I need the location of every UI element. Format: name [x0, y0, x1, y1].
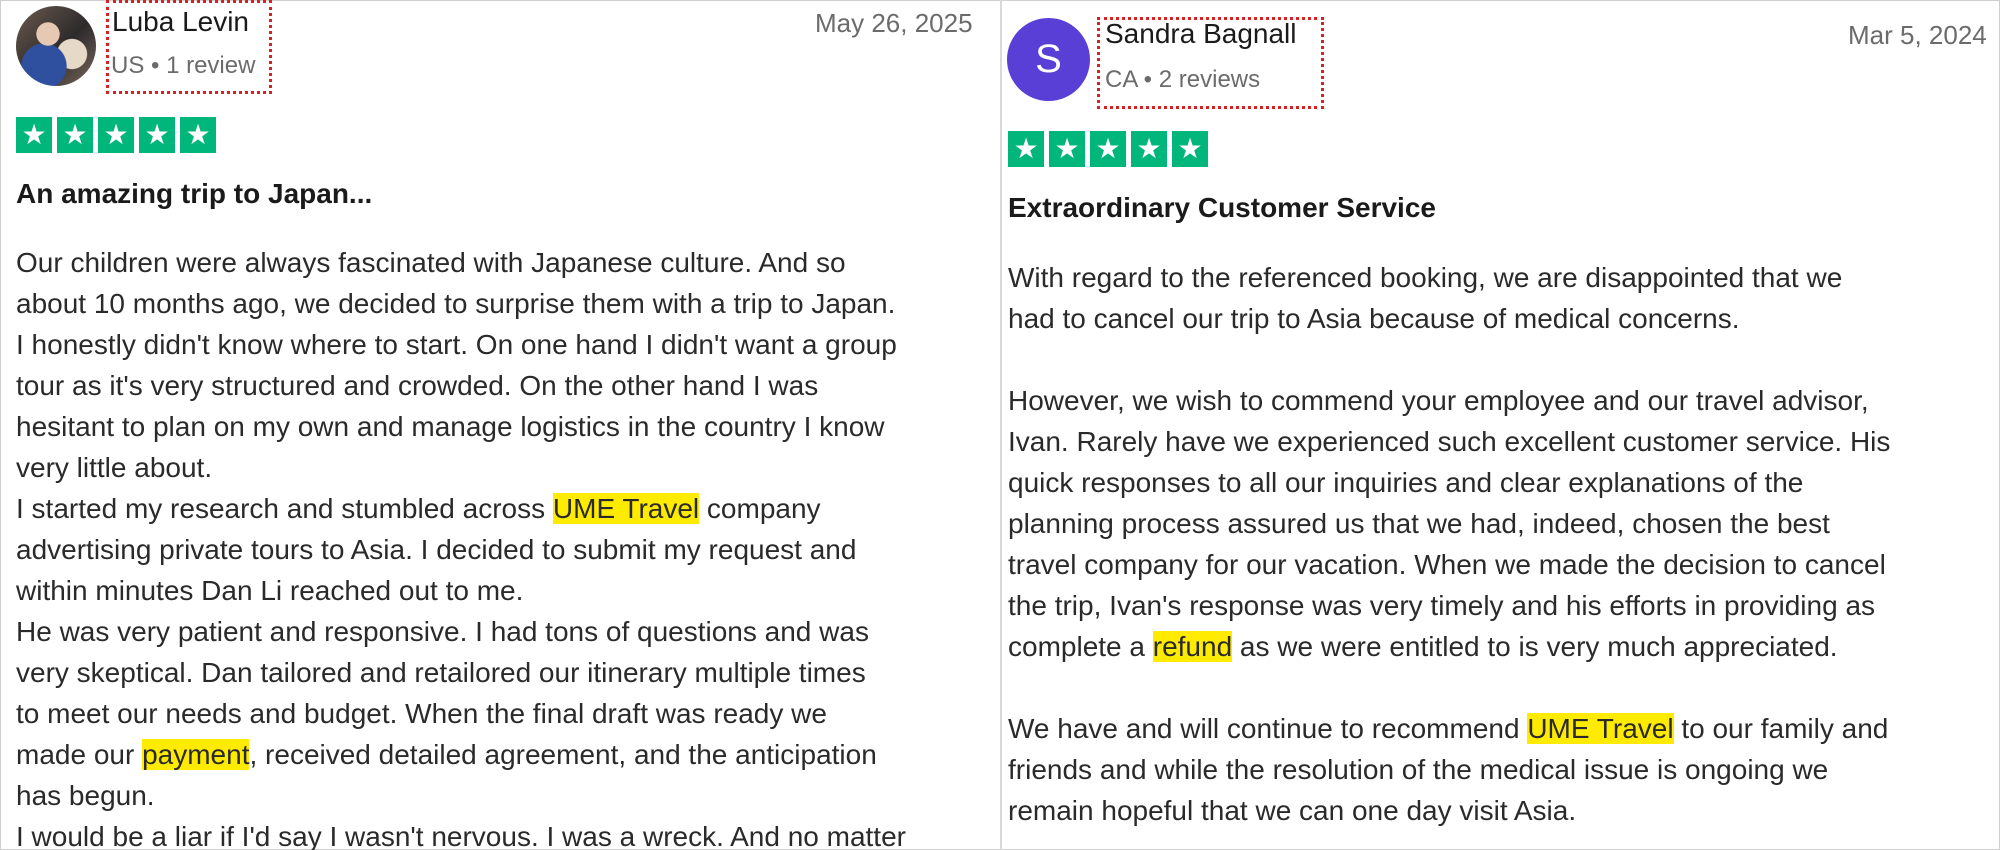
review-line: He was very patient and responsive. I ha…	[16, 611, 906, 652]
review-line: about 10 months ago, we decided to surpr…	[16, 283, 906, 324]
review-title[interactable]: An amazing trip to Japan...	[16, 178, 372, 210]
review-line: With regard to the referenced booking, w…	[1008, 257, 1890, 298]
review-line: has begun.	[16, 775, 906, 816]
review-date: May 26, 2025	[815, 8, 973, 38]
review-line: planning process assured us that we had,…	[1008, 503, 1890, 544]
review-text: as we were entitled to is very much appr…	[1232, 631, 1838, 662]
review-line: very little about.	[16, 447, 906, 488]
review-line: to meet our needs and budget. When the f…	[16, 693, 906, 734]
review-line: Ivan. Rarely have we experienced such ex…	[1008, 421, 1890, 462]
review-line: I started my research and stumbled acros…	[16, 488, 906, 529]
reviewer-meta: CA • 2 reviews	[1105, 66, 1261, 93]
highlighted-keyword: UME Travel	[1527, 713, 1674, 744]
star-icon: ★	[57, 117, 93, 153]
review-text: I started my research and stumbled acros…	[16, 493, 553, 524]
reviewer-name[interactable]: Luba Levin	[112, 6, 249, 38]
star-icon: ★	[1172, 131, 1208, 167]
review-text: , received detailed agreement, and the a…	[249, 739, 877, 770]
review-line: However, we wish to commend your employe…	[1008, 380, 1890, 421]
review-text: Ivan. Rarely have we experienced such ex…	[1008, 426, 1891, 457]
review-line: I honestly didn't know where to start. O…	[16, 324, 906, 365]
star-icon: ★	[16, 117, 52, 153]
review-line: had to cancel our trip to Asia because o…	[1008, 298, 1890, 339]
review-text: within minutes Dan Li reached out to me.	[16, 575, 524, 606]
review-line: advertising private tours to Asia. I dec…	[16, 529, 906, 570]
review-text: had to cancel our trip to Asia because o…	[1008, 303, 1740, 334]
review-text: I honestly didn't know where to start. O…	[16, 329, 897, 360]
review-text: travel company for our vacation. When we…	[1008, 549, 1886, 580]
star-icon: ★	[1049, 131, 1085, 167]
review-line: travel company for our vacation. When we…	[1008, 544, 1890, 585]
review-line: the trip, Ivan's response was very timel…	[1008, 585, 1890, 626]
highlighted-keyword: UME Travel	[552, 493, 700, 524]
star-icon: ★	[1008, 131, 1044, 167]
review-text: very little about.	[16, 452, 213, 483]
review-text: about 10 months ago, we decided to surpr…	[16, 288, 896, 319]
star-icon: ★	[139, 117, 175, 153]
reviewer-meta: US • 1 review	[111, 52, 256, 79]
highlighted-keyword: refund	[1152, 631, 1233, 662]
star-icon: ★	[1131, 131, 1167, 167]
review-text: remain hopeful that we can one day visit…	[1008, 795, 1577, 826]
review-line: We have and will continue to recommend U…	[1008, 708, 1890, 749]
review-text: the trip, Ivan's response was very timel…	[1008, 590, 1876, 621]
review-line: Our children were always fascinated with…	[16, 242, 906, 283]
review-line: I would be a liar if I'd say I wasn't ne…	[16, 816, 906, 850]
review-body: Our children were always fascinated with…	[16, 242, 906, 850]
star-rating: ★ ★ ★ ★ ★	[16, 117, 216, 153]
review-line: remain hopeful that we can one day visit…	[1008, 790, 1890, 831]
reviewer-name[interactable]: Sandra Bagnall	[1105, 18, 1296, 50]
review-text: company	[699, 493, 821, 524]
star-icon: ★	[1090, 131, 1126, 167]
star-rating: ★ ★ ★ ★ ★	[1008, 131, 1208, 167]
review-line: very skeptical. Dan tailored and retailo…	[16, 652, 906, 693]
review-line: made our payment, received detailed agre…	[16, 734, 906, 775]
review-line: quick responses to all our inquiries and…	[1008, 462, 1890, 503]
review-date: Mar 5, 2024	[1848, 20, 1987, 50]
review-text: planning process assured us that we had,…	[1008, 508, 1830, 539]
review-line: tour as it's very structured and crowded…	[16, 365, 906, 406]
review-text: to meet our needs and budget. When the f…	[16, 698, 827, 729]
review-text: Our children were always fascinated with…	[16, 247, 846, 278]
review-text: tour as it's very structured and crowded…	[16, 370, 819, 401]
review-line	[1008, 339, 1890, 380]
review-text: advertising private tours to Asia. I dec…	[16, 534, 857, 565]
column-divider	[1000, 0, 1002, 850]
review-line: within minutes Dan Li reached out to me.	[16, 570, 906, 611]
star-icon: ★	[98, 117, 134, 153]
star-icon: ★	[180, 117, 216, 153]
review-text: However, we wish to commend your employe…	[1008, 385, 1869, 416]
review-text: made our	[16, 739, 143, 770]
review-card-luba-levin: Luba Levin US • 1 review May 26, 2025 ★ …	[0, 0, 998, 850]
review-text: We have and will continue to recommend	[1008, 713, 1528, 744]
avatar[interactable]	[16, 6, 96, 86]
review-line: friends and while the resolution of the …	[1008, 749, 1890, 790]
review-line: hesitant to plan on my own and manage lo…	[16, 406, 906, 447]
review-line	[1008, 667, 1890, 708]
avatar[interactable]: S	[1007, 18, 1090, 101]
review-text: quick responses to all our inquiries and…	[1008, 467, 1804, 498]
review-text: very skeptical. Dan tailored and retailo…	[16, 657, 866, 688]
review-title[interactable]: Extraordinary Customer Service	[1008, 192, 1436, 224]
review-text: has begun.	[16, 780, 155, 811]
review-text: With regard to the referenced booking, w…	[1008, 262, 1843, 293]
review-body: With regard to the referenced booking, w…	[1008, 257, 1890, 831]
review-text: complete a	[1008, 631, 1153, 662]
review-text: He was very patient and responsive. I ha…	[16, 616, 869, 647]
review-line: complete a refund as we were entitled to…	[1008, 626, 1890, 667]
review-text: friends and while the resolution of the …	[1008, 754, 1829, 785]
review-text: to our family and	[1673, 713, 1889, 744]
review-text: hesitant to plan on my own and manage lo…	[16, 411, 885, 442]
highlighted-keyword: payment	[142, 739, 250, 770]
review-text: I would be a liar if I'd say I wasn't ne…	[16, 821, 906, 850]
